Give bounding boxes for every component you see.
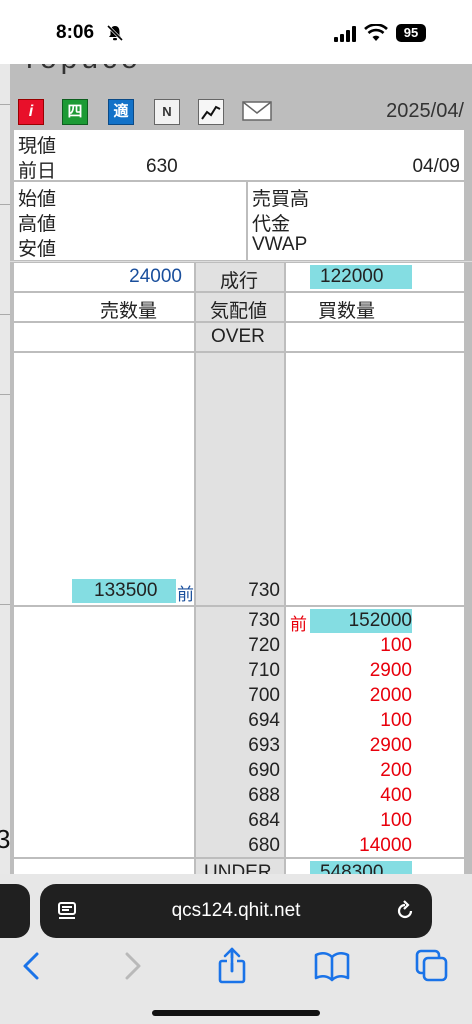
address-bar[interactable]: qcs124.qhit.net [40,884,432,938]
chart-icon[interactable] [198,99,224,125]
low-label: 安値 [18,239,57,260]
buy-price-col: 730 720 710 700 694 693 690 688 684 680 [196,607,284,857]
buy-qty: 2900 [369,660,412,681]
buy-price: 710 [248,660,280,681]
buy-price: 720 [248,635,280,656]
buy-qty-col: 前 152000 100 2900 2000 100 2900 200 400 … [286,607,464,857]
navigation-row [0,944,472,994]
sell-qty: 133500 [94,580,158,601]
buy-qty: 14000 [359,835,412,856]
sell-price-col: 730 [196,353,284,605]
share-icon[interactable] [212,946,252,986]
market-sell-qty: 24000 [129,266,182,287]
buy-price: 730 [248,610,280,631]
sell-side: 133500 前 [14,353,194,605]
over-left-cell [14,323,194,351]
buy-qty: 100 [380,710,412,731]
tabs-icon[interactable] [412,946,452,986]
sell-prev-mark: 前 [177,585,194,604]
bell-slash-icon [106,24,124,42]
high-label: 高値 [18,214,57,235]
sell-buy-empty [286,353,464,605]
price-summary: 現値 前日 630 04/09 [14,130,464,182]
buy-prev-mark: 前 [290,615,307,634]
buy-price: 688 [248,785,280,806]
market-buy-qty: 122000 [320,266,384,287]
buy-qty-header: 買数量 [318,301,376,322]
wifi-icon [364,24,388,41]
prev-close-label: 前日 [18,161,57,182]
quarterly-report-icon[interactable]: 四 [62,99,88,125]
under-cell: UNDER [196,859,284,874]
status-time: 8:06 [56,22,95,43]
browser-toolbar: qcs124.qhit.net [0,874,472,1024]
disclosure-icon[interactable]: 適 [108,99,134,125]
buy-qty: 200 [380,760,412,781]
reload-icon[interactable] [394,900,416,922]
left-page-strip [0,64,10,874]
over-cell: OVER [196,323,284,351]
sell-price: 730 [248,580,280,601]
over-label: OVER [211,326,265,347]
market-sell-cell: 24000 [14,263,194,291]
home-indicator [152,1010,320,1016]
web-page: 3 ropuco i 四 適 N 2025/04/ 現値 前日 630 04/0… [0,64,472,874]
page-title: ropuco [26,64,142,76]
ohlc-right: 売買高 代金 VWAP [248,182,464,260]
status-bar: 8:06 95 [0,0,472,64]
buy-price: 680 [248,835,280,856]
market-label: 成行 [220,271,259,292]
turnover-label: 代金 [252,214,291,235]
buy-side-left [14,607,194,857]
over-right-cell [286,323,464,351]
buy-price: 694 [248,710,280,731]
left-edge-glyph: 3 [0,824,11,854]
news-icon[interactable]: N [154,99,180,125]
spacer-row [10,261,472,262]
buy-price: 700 [248,685,280,706]
bookmarks-icon[interactable] [312,946,352,986]
ohlc-left: 始値 高値 安値 [14,182,246,260]
buy-price: 690 [248,760,280,781]
price-header: 気配値 [210,301,268,322]
buy-qty: 2000 [369,685,412,706]
buy-price: 684 [248,810,280,831]
under-label: UNDER [204,862,272,874]
under-qty: 548300 [320,862,384,874]
buy-price: 693 [248,735,280,756]
toolbar: i 四 適 N 2025/04/ [10,96,472,130]
buy-qty: 100 [380,635,412,656]
board-date: 2025/04/ [386,100,464,122]
back-icon[interactable] [12,946,52,986]
mail-icon[interactable] [242,99,272,125]
open-label: 始値 [18,189,57,210]
buy-qty: 100 [380,810,412,831]
battery-icon: 95 [396,24,426,42]
vwap-label: VWAP [252,234,308,255]
market-buy-cell: 122000 [286,263,464,291]
stock-board: ropuco i 四 適 N 2025/04/ 現値 前日 630 04/09 … [10,64,472,874]
under-left-cell [14,859,194,874]
buy-header-cell: 買数量 [286,293,464,322]
buy-qty: 400 [380,785,412,806]
prev-close-value: 630 [146,156,178,177]
sell-qty-header: 売数量 [100,301,158,322]
price-header-cell: 気配値 [196,293,284,322]
previous-tab-pill[interactable] [0,884,30,938]
sell-header-cell: 売数量 [14,293,194,322]
prev-close-date: 04/09 [412,156,460,177]
market-label-cell: 成行 [196,263,284,292]
buy-qty: 2900 [369,735,412,756]
cellular-signal-icon [334,26,356,42]
buy-qty: 152000 [348,610,412,631]
info-icon[interactable]: i [18,99,44,125]
under-right-cell: 548300 [286,859,464,874]
current-price-label: 現値 [18,136,57,157]
forward-icon[interactable] [112,946,152,986]
volume-label: 売買高 [252,189,310,210]
url-text[interactable]: qcs124.qhit.net [40,884,432,938]
